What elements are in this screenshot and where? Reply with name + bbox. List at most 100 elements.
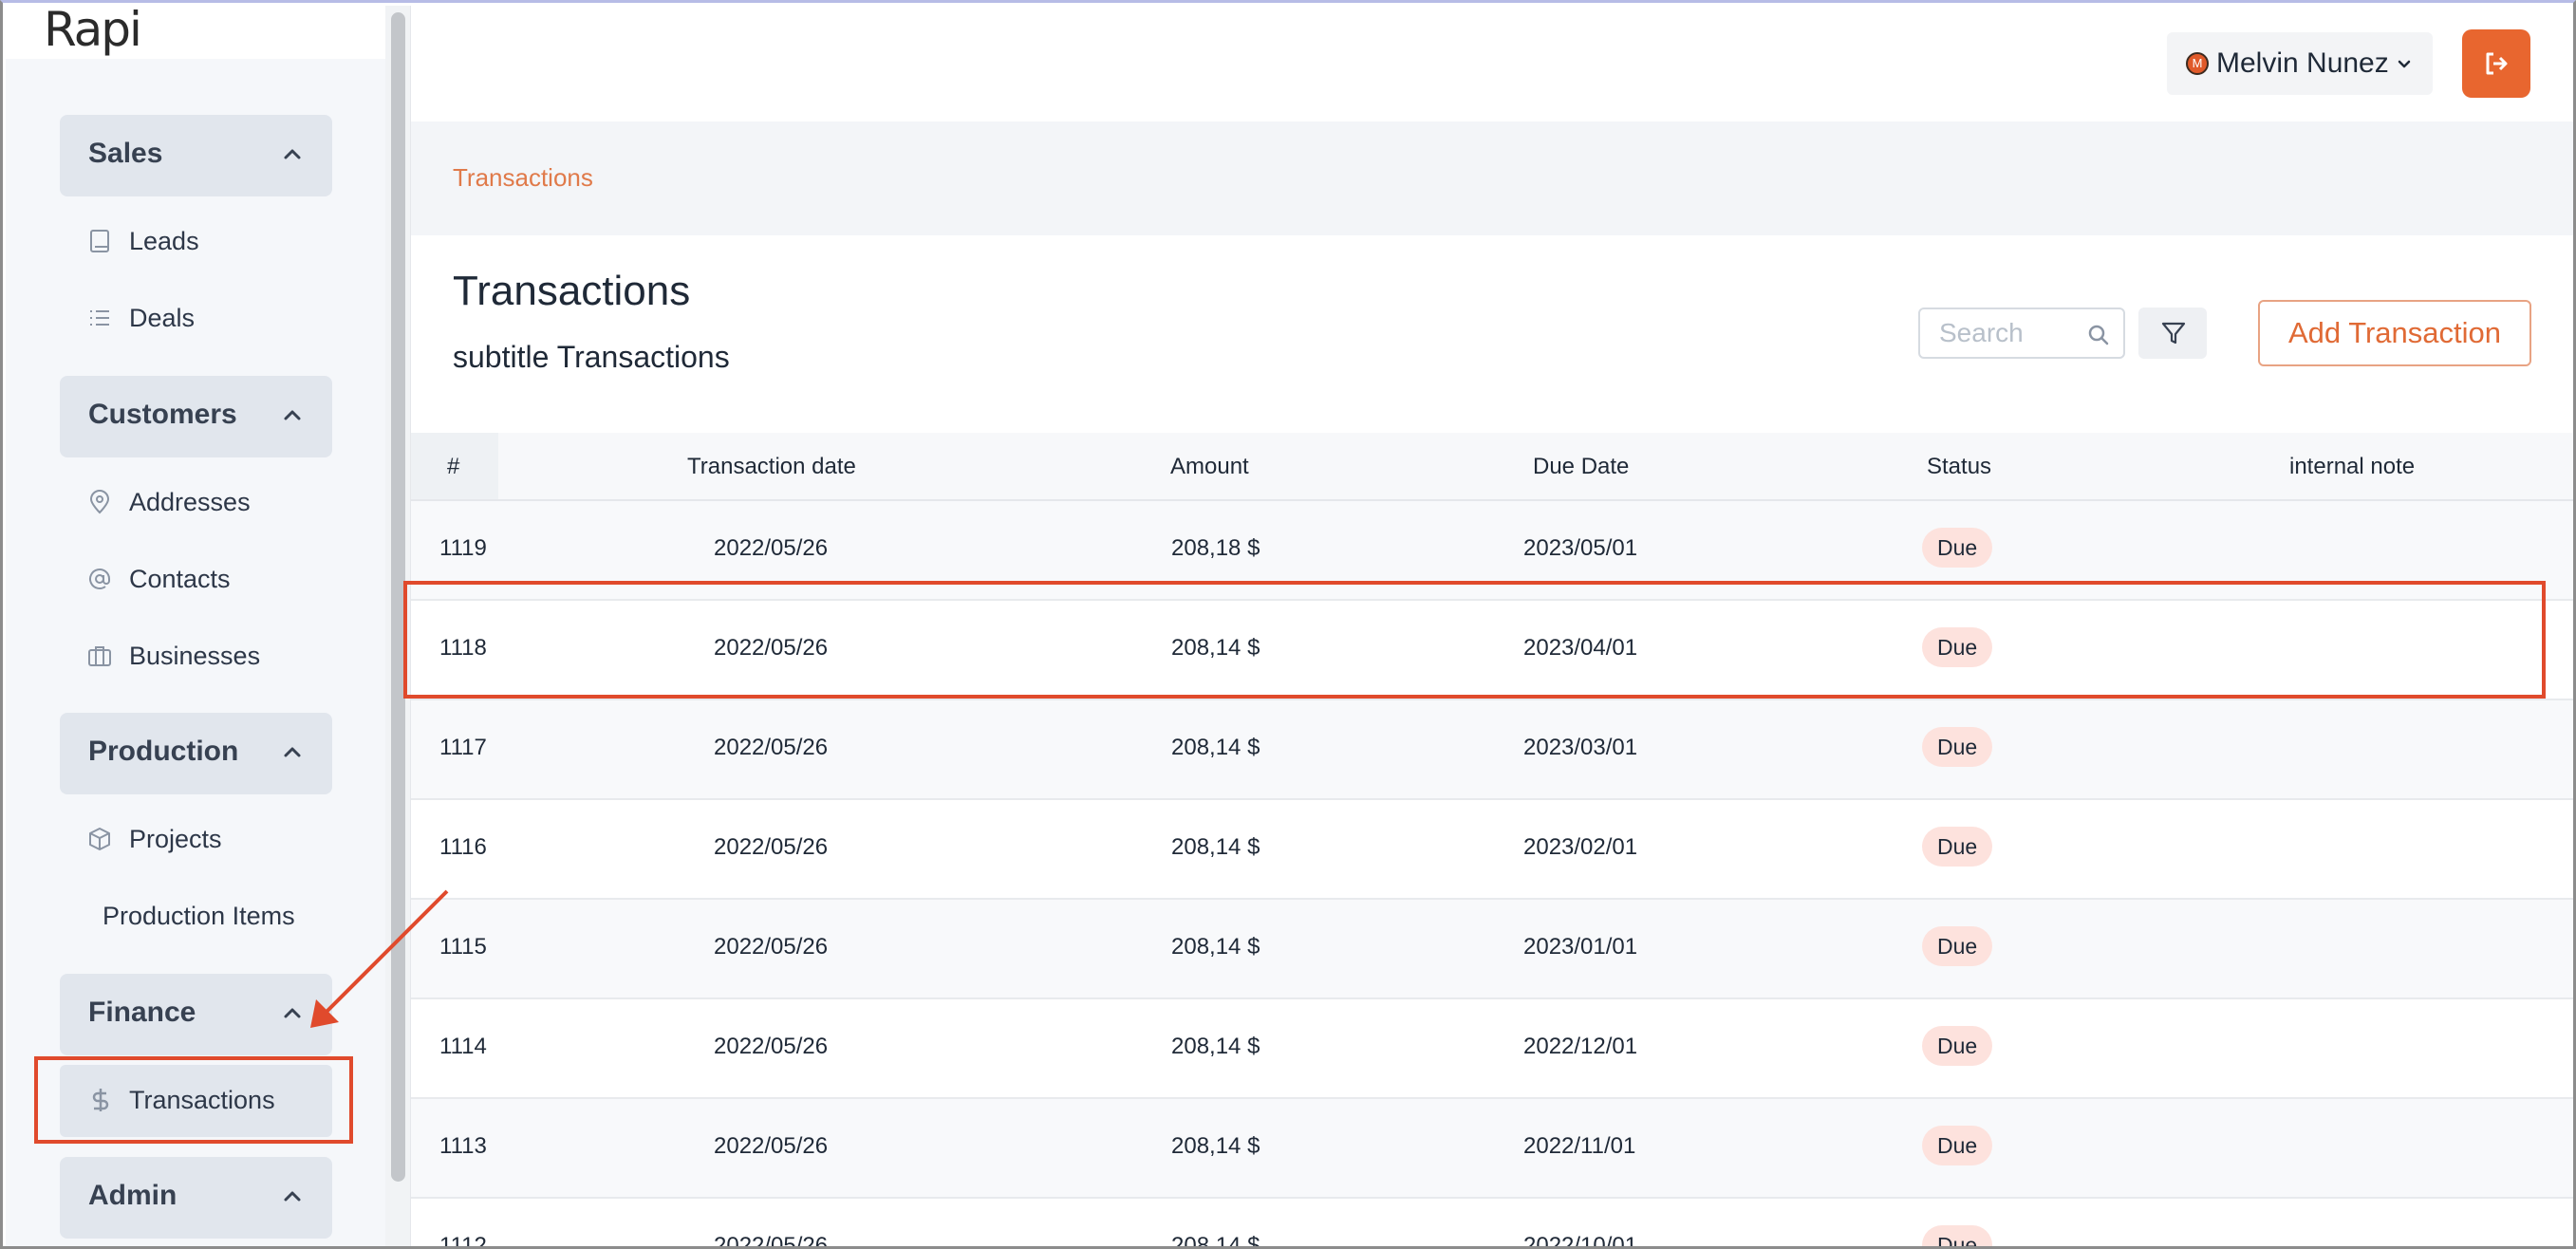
logout-icon (2486, 52, 2508, 75)
cell-amount: 208,14 $ (1171, 735, 1260, 760)
filter-icon (2161, 322, 2186, 345)
user-menu[interactable]: M Melvin Nunez (2167, 32, 2433, 95)
section-label: Admin (88, 1180, 177, 1211)
highlight-box-row (403, 581, 2546, 699)
table-row[interactable]: 1113 2022/05/26 208,14 $ 2022/11/01 Due (411, 1099, 2573, 1199)
sidebar-section-sales[interactable]: Sales (60, 115, 332, 196)
cell-id: 1116 (439, 834, 487, 860)
logo-area: Rapi (6, 3, 385, 59)
chevron-up-icon (284, 1191, 301, 1202)
sidebar-item-label: Leads (129, 227, 199, 255)
cell-transaction-date: 2022/05/26 (714, 535, 829, 561)
cell-transaction-date: 2022/05/26 (714, 1233, 829, 1249)
highlight-box-sidebar (34, 1056, 353, 1144)
cell-id: 1119 (439, 535, 487, 561)
table-row[interactable]: 1112 2022/05/26 208,14 $ 2022/10/01 Due (411, 1199, 2573, 1249)
chevron-down-icon (2398, 60, 2411, 68)
table-row[interactable]: 1115 2022/05/26 208,14 $2023/01/01 Due (411, 900, 2573, 999)
sidebar-item-businesses[interactable]: Businesses (87, 632, 391, 680)
section-label: Finance (88, 997, 196, 1028)
cell-due-date: 2022/11/01 (1523, 1133, 1636, 1159)
status-badge: Due (1922, 926, 1993, 966)
cell-due-date: 2023/01/01 (1523, 934, 1638, 960)
sidebar-item-leads[interactable]: Leads (87, 217, 391, 265)
app-logo[interactable]: Rapi (44, 3, 142, 57)
table-row[interactable]: 1116 2022/05/26 208,14 $ 2023/02/01 Due (411, 800, 2573, 900)
section-label: Customers (88, 399, 237, 430)
section-label: Sales (88, 138, 163, 169)
sidebar-item-contacts[interactable]: Contacts (87, 555, 391, 603)
at-icon (89, 569, 110, 589)
cell-id: 1114 (439, 1034, 487, 1059)
avatar: M (2186, 52, 2209, 75)
cell-amount: 208,18 $ (1171, 535, 1260, 561)
cell-amount: 208,14 $ (1171, 934, 1260, 960)
column-header-id[interactable]: # (447, 454, 459, 480)
cell-due-date: 2023/05/01 (1523, 535, 1638, 561)
cell-due-date: 2022/12/01 (1523, 1034, 1638, 1059)
status-badge: Due (1922, 827, 1993, 867)
sidebar-item-label: Contacts (129, 565, 231, 593)
search-box[interactable] (1918, 308, 2125, 359)
page-title: Transactions (453, 268, 691, 314)
cell-transaction-date: 2022/05/26 (714, 1133, 829, 1159)
sidebar-item-addresses[interactable]: Addresses (87, 478, 391, 526)
user-name: Melvin Nunez (2216, 47, 2389, 79)
map-pin-icon (89, 490, 110, 514)
logout-button[interactable] (2462, 29, 2530, 98)
sidebar-section-production[interactable]: Production (60, 713, 332, 794)
search-icon[interactable] (2087, 324, 2110, 346)
status-badge: Due (1922, 727, 1993, 767)
table-row[interactable]: 1114 2022/05/26 208,14 $ 2022/12/01 Due (411, 999, 2573, 1099)
sidebar-item-deals[interactable]: Deals (87, 294, 391, 342)
app-window: Rapi Sales Leads Deals Customers Address… (0, 0, 2576, 1249)
table-row[interactable]: 1117 2022/05/26 208,14 $ 2023/03/01 Due (411, 700, 2573, 800)
cell-transaction-date: 2022/05/26 (714, 1034, 829, 1059)
section-label: Production (88, 736, 239, 767)
cell-id: 1117 (439, 735, 487, 760)
annotation-arrow (310, 889, 449, 1028)
breadcrumb[interactable]: Transactions (453, 163, 593, 193)
sidebar-section-customers[interactable]: Customers (60, 376, 332, 457)
book-icon (90, 230, 109, 252)
cell-amount: 208,14 $ (1171, 1233, 1260, 1249)
status-badge: Due (1922, 1126, 1993, 1165)
search-input[interactable] (1939, 317, 2081, 349)
cell-amount: 208,14 $ (1171, 1034, 1260, 1059)
table-header: # Transaction date Amount Due Date Statu… (411, 433, 2573, 501)
box-icon (89, 828, 110, 850)
sidebar-item-label: Businesses (129, 642, 261, 670)
chevron-up-icon (284, 747, 301, 757)
filter-button[interactable] (2138, 308, 2207, 359)
cell-due-date: 2023/02/01 (1523, 834, 1638, 860)
status-badge: Due (1922, 528, 1993, 568)
sidebar-item-projects[interactable]: Projects (87, 815, 391, 863)
column-header-status[interactable]: Status (1927, 454, 1991, 480)
sidebar-section-admin[interactable]: Admin (60, 1157, 332, 1239)
cell-transaction-date: 2022/05/26 (714, 735, 829, 760)
page-subtitle: subtitle Transactions (453, 340, 730, 374)
cell-id: 1113 (439, 1133, 487, 1159)
column-header-internal-note[interactable]: internal note (2289, 454, 2415, 480)
cell-transaction-date: 2022/05/26 (714, 834, 829, 860)
status-badge: Due (1922, 1225, 1993, 1246)
breadcrumb-bar: Transactions (411, 121, 2573, 235)
chevron-up-icon (284, 410, 301, 420)
sidebar-item-label: Production Items (103, 902, 295, 930)
sidebar-item-label: Deals (129, 304, 196, 332)
add-transaction-button[interactable]: Add Transaction (2258, 300, 2531, 366)
column-header-transaction-date[interactable]: Transaction date (687, 454, 856, 480)
cell-id: 1112 (439, 1233, 487, 1249)
chevron-up-icon (284, 149, 301, 159)
cell-transaction-date: 2022/05/26 (714, 934, 829, 960)
cell-amount: 208,14 $ (1171, 834, 1260, 860)
list-icon (90, 310, 109, 326)
sidebar-item-label: Projects (129, 825, 222, 853)
column-header-due-date[interactable]: Due Date (1533, 454, 1629, 480)
topbar: M Melvin Nunez (411, 6, 2573, 121)
column-header-amount[interactable]: Amount (1170, 454, 1249, 480)
status-badge: Due (1922, 1026, 1993, 1066)
briefcase-icon (88, 646, 111, 666)
cell-amount: 208,14 $ (1171, 1133, 1260, 1159)
cell-due-date: 2022/10/01 (1523, 1233, 1638, 1249)
